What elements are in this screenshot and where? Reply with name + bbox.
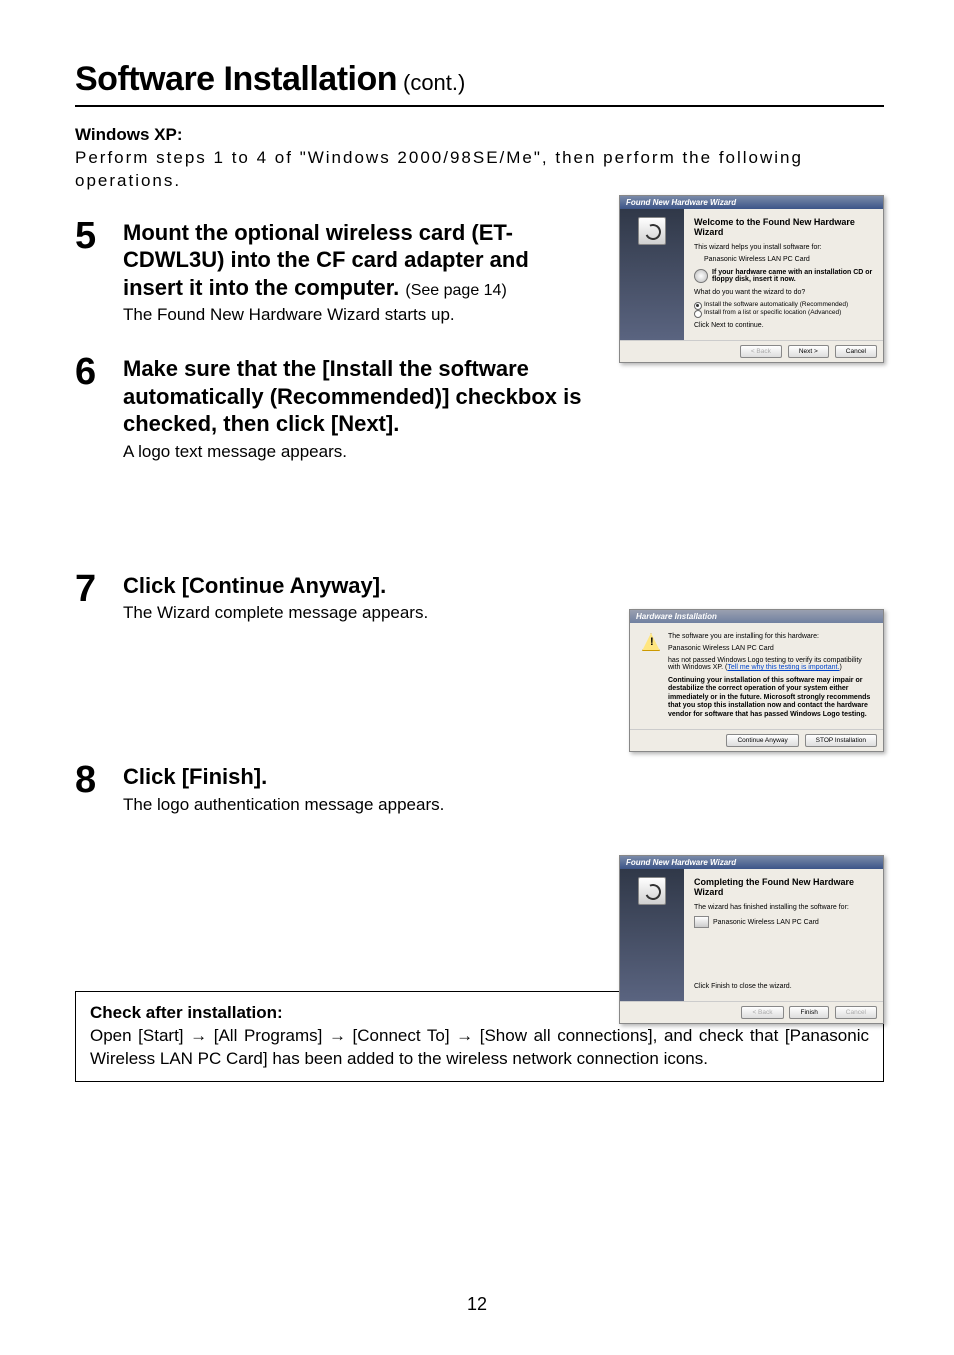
dialog-device-entry: Panasonic Wireless LAN PC Card: [694, 916, 873, 928]
wizard-dialog-welcome: Found New Hardware Wizard Welcome to the…: [619, 195, 884, 363]
dialog-text: The wizard has finished installing the s…: [694, 904, 873, 911]
warning-icon: !: [642, 633, 660, 651]
warning-bold-text: Continuing your installation of this sof…: [668, 677, 871, 719]
step-number: 8: [75, 763, 123, 797]
dialog-text: This wizard helps you install software f…: [694, 244, 873, 251]
cd-icon: [694, 269, 708, 283]
warning-link[interactable]: Tell me why this testing is important.: [727, 664, 839, 671]
dialog-buttons: < Back Finish Cancel: [620, 1001, 883, 1023]
back-button[interactable]: < Back: [741, 1006, 783, 1019]
dialog-buttons: Continue Anyway STOP Installation: [630, 729, 883, 751]
warning-logo-text: has not passed Windows Logo testing to v…: [668, 657, 871, 671]
cd-text: If your hardware came with an installati…: [712, 269, 873, 283]
step-6: 6 Make sure that the [Install the softwa…: [75, 355, 884, 462]
continue-anyway-button[interactable]: Continue Anyway: [726, 734, 798, 747]
dialog-device-name: Panasonic Wireless LAN PC Card: [713, 919, 819, 926]
step-heading: Mount the optional wireless card (ET-CDW…: [123, 219, 584, 302]
check-body: Open [Start] → [All Programs] → [Connect…: [90, 1025, 869, 1071]
finish-button[interactable]: Finish: [789, 1006, 828, 1019]
device-icon: [694, 916, 709, 928]
step-body: Click [Finish]. The logo authentication …: [123, 763, 884, 815]
warning-dialog: Hardware Installation ! The software you…: [629, 609, 884, 752]
next-button[interactable]: Next >: [788, 345, 829, 358]
dialog-continue-text: Click Next to continue.: [694, 322, 873, 329]
dialog-sidebar: [620, 869, 684, 1001]
dialog-finish-text: Click Finish to close the wizard.: [694, 983, 873, 990]
stop-installation-button[interactable]: STOP Installation: [805, 734, 877, 747]
dialog-device-name: Panasonic Wireless LAN PC Card: [694, 256, 873, 263]
warning-text-1: The software you are installing for this…: [668, 633, 871, 640]
step-subtext: (See page 14): [405, 282, 506, 299]
step-body: Make sure that the [Install the software…: [123, 355, 884, 462]
step-description: The Found New Hardware Wizard starts up.: [123, 305, 584, 325]
step-number: 6: [75, 355, 123, 389]
step-number: 7: [75, 572, 123, 606]
intro-text: Perform steps 1 to 4 of "Windows 2000/98…: [75, 147, 884, 193]
dialog-heading: Welcome to the Found New Hardware Wizard: [694, 217, 873, 238]
step-8: 8 Click [Finish]. The logo authenticatio…: [75, 763, 884, 815]
warning-device: Panasonic Wireless LAN PC Card: [668, 645, 871, 652]
page-number: 12: [0, 1294, 954, 1315]
cancel-button[interactable]: Cancel: [835, 1006, 877, 1019]
dialog-titlebar: Hardware Installation: [630, 610, 883, 623]
dialog-heading: Completing the Found New Hardware Wizard: [694, 877, 873, 898]
dialog-buttons: < Back Next > Cancel: [620, 340, 883, 362]
radio-install-auto[interactable]: Install the software automatically (Reco…: [694, 301, 873, 308]
step-heading: Make sure that the [Install the software…: [123, 355, 604, 438]
back-button[interactable]: < Back: [740, 345, 782, 358]
os-heading: Windows XP:: [75, 125, 884, 145]
dialog-titlebar: Found New Hardware Wizard: [620, 196, 883, 209]
step-description: The logo authentication message appears.: [123, 795, 634, 815]
step-heading: Click [Finish].: [123, 763, 634, 791]
step-description: The Wizard complete message appears.: [123, 603, 634, 623]
wizard-icon: [638, 877, 666, 905]
cancel-button[interactable]: Cancel: [835, 345, 877, 358]
step-heading: Click [Continue Anyway].: [123, 572, 634, 600]
title-continuation: (cont.): [403, 70, 465, 95]
radio-install-list[interactable]: Install from a list or specific location…: [694, 309, 873, 316]
step-number: 5: [75, 219, 123, 253]
page: Software Installation(cont.) Windows XP:…: [0, 0, 954, 1355]
dialog-question: What do you want the wizard to do?: [694, 289, 873, 296]
page-title: Software Installation: [75, 60, 397, 98]
step-description: A logo text message appears.: [123, 442, 604, 462]
dialog-cd-note: If your hardware came with an installati…: [694, 269, 873, 283]
wizard-icon: [638, 217, 666, 245]
wizard-dialog-complete: Found New Hardware Wizard Completing the…: [619, 855, 884, 1024]
title-area: Software Installation(cont.): [75, 60, 884, 107]
dialog-sidebar: [620, 209, 684, 340]
dialog-titlebar: Found New Hardware Wizard: [620, 856, 883, 869]
